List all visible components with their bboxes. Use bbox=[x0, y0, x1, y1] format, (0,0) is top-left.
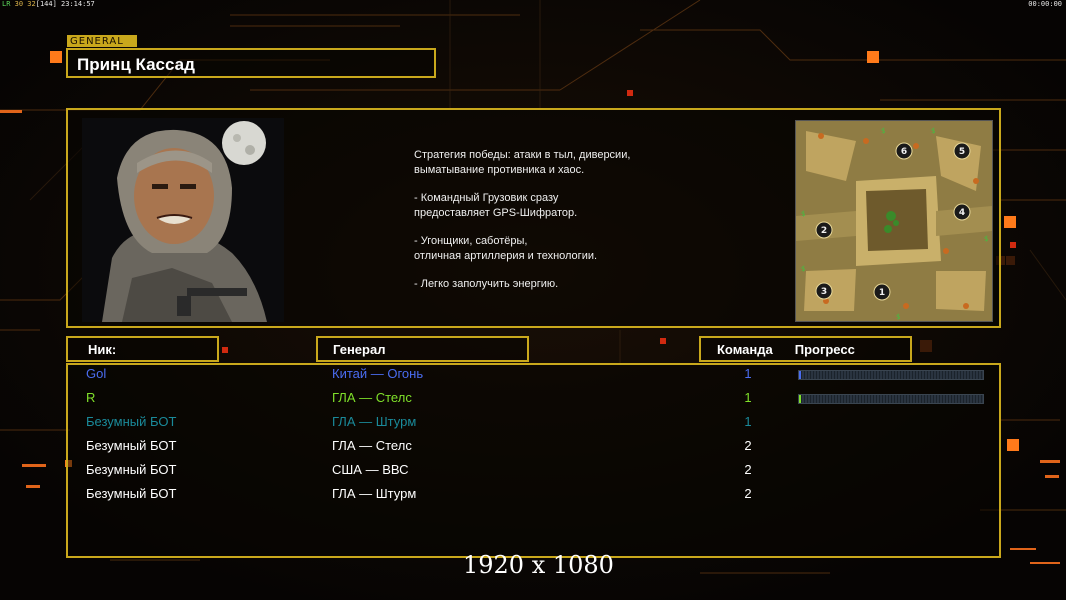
start-position-3: 3 bbox=[821, 287, 827, 297]
player-general: ГЛА — Стелс bbox=[332, 438, 412, 453]
player-nick: Безумный БОТ bbox=[86, 414, 177, 429]
player-team: 1 bbox=[744, 390, 752, 405]
header-progress-label: Прогресс bbox=[794, 341, 855, 357]
svg-text:$: $ bbox=[881, 127, 885, 135]
fps-overlay: LR 30 32[144] 23:14:57 bbox=[2, 0, 95, 8]
fps-label: LR bbox=[2, 0, 11, 8]
loading-progress-bar bbox=[798, 370, 984, 380]
clock: 23:14:57 bbox=[61, 0, 95, 8]
start-position-1: 1 bbox=[879, 288, 885, 298]
general-tag: GENERAL bbox=[67, 35, 137, 47]
start-position-4: 4 bbox=[959, 208, 965, 218]
svg-text:$: $ bbox=[801, 210, 805, 218]
general-info-panel: Стратегия победы: атаки в тыл, диверсии,… bbox=[66, 108, 1001, 328]
player-nick: Безумный БОТ bbox=[86, 438, 177, 453]
player-nick: Безумный БОТ bbox=[86, 462, 177, 477]
player-nick: R bbox=[86, 390, 96, 405]
loading-progress-fill bbox=[799, 371, 801, 379]
player-general: ГЛА — Штурм bbox=[332, 486, 417, 501]
fps-values: 30 32 bbox=[14, 0, 36, 8]
loading-progress-fill bbox=[799, 395, 801, 403]
fps-extra: [144] bbox=[35, 0, 57, 8]
start-position-6: 6 bbox=[901, 147, 907, 157]
strategy-line: - Командный Грузовик сразу предоставляет… bbox=[414, 192, 578, 219]
player-nick: Безумный БОТ bbox=[86, 486, 177, 501]
strategy-description: Стратегия победы: атаки в тыл, диверсии,… bbox=[414, 148, 714, 306]
game-timer: 00:00:00 bbox=[1028, 0, 1062, 8]
player-team: 1 bbox=[744, 414, 752, 429]
svg-text:$: $ bbox=[931, 127, 935, 135]
player-team: 1 bbox=[744, 366, 752, 381]
player-general: ГЛА — Стелс bbox=[332, 390, 412, 405]
players-panel bbox=[66, 363, 1001, 558]
strategy-line: - Угонщики, саботёры, отличная артиллери… bbox=[414, 235, 598, 262]
map-preview[interactable]: $ $ $ $ $ $ 6 5 4 2 3 1 bbox=[795, 120, 993, 322]
start-position-5: 5 bbox=[959, 147, 965, 157]
player-general: США — ВВС bbox=[332, 462, 409, 477]
header-general: Генерал bbox=[316, 336, 529, 362]
player-team: 2 bbox=[744, 486, 752, 501]
header-general-label: Генерал bbox=[333, 341, 386, 357]
strategy-line: Стратегия победы: атаки в тыл, диверсии,… bbox=[414, 149, 631, 176]
start-position-2: 2 bbox=[821, 226, 827, 236]
player-team: 2 bbox=[744, 438, 752, 453]
resolution-watermark: 1920 x 1080 bbox=[463, 551, 614, 579]
svg-text:$: $ bbox=[984, 235, 988, 243]
svg-text:$: $ bbox=[801, 265, 805, 273]
general-portrait bbox=[82, 118, 284, 322]
player-general: Китай — Огонь bbox=[332, 366, 424, 381]
header-team-label: Команда bbox=[717, 341, 773, 357]
general-name: Принц Кассад bbox=[77, 55, 195, 74]
loading-progress-bar bbox=[798, 394, 984, 404]
header-nick: Ник: bbox=[66, 336, 219, 362]
player-general: ГЛА — Штурм bbox=[332, 414, 417, 429]
header-nick-label: Ник: bbox=[88, 341, 117, 357]
svg-text:$: $ bbox=[896, 313, 900, 321]
general-name-panel: Принц Кассад bbox=[66, 48, 436, 78]
header-team-progress: Команда Прогресс bbox=[699, 336, 912, 362]
player-team: 2 bbox=[744, 462, 752, 477]
strategy-line: - Легко заполучить энергию. bbox=[414, 278, 559, 290]
player-nick: Gol bbox=[86, 366, 107, 381]
